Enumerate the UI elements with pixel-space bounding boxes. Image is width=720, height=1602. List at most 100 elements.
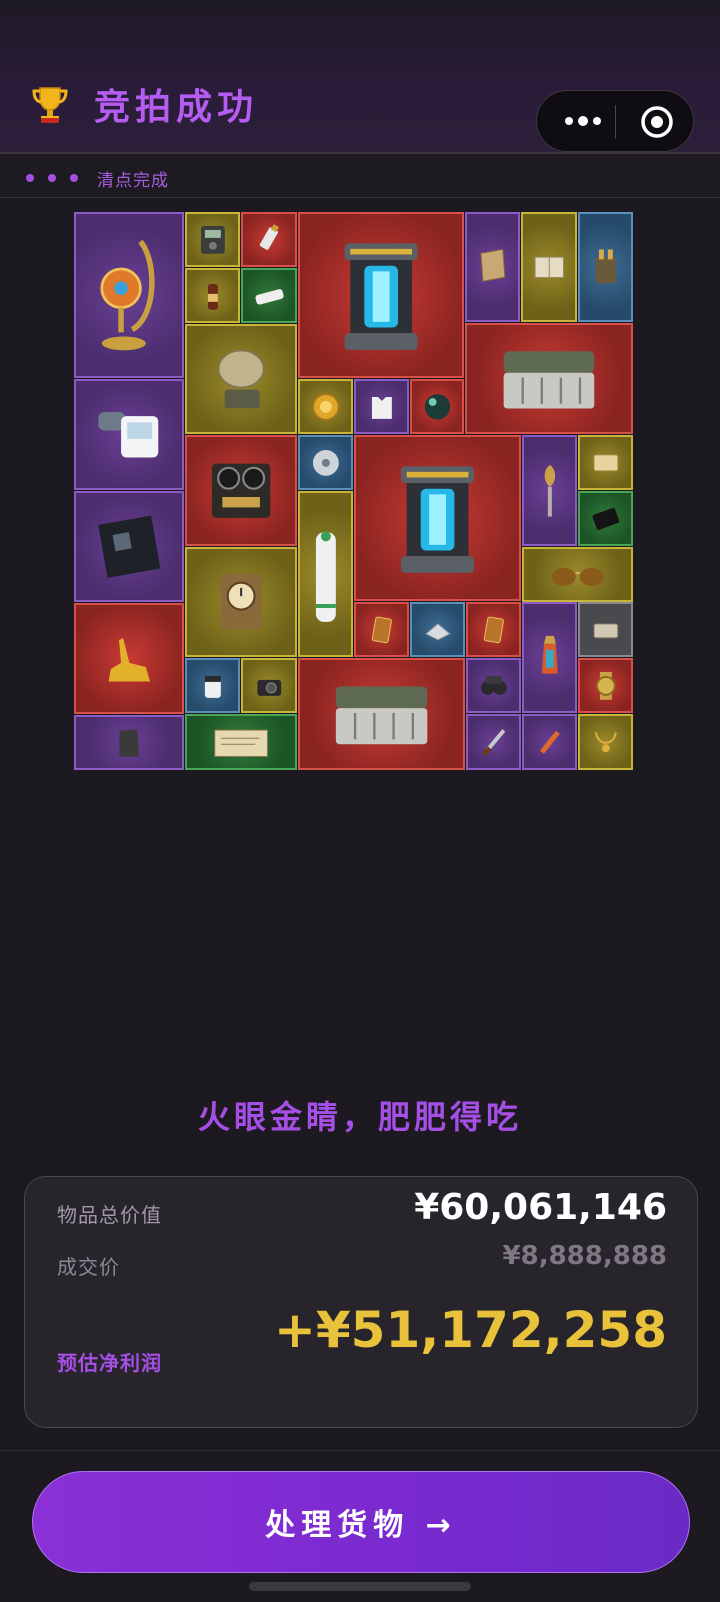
item-glass-orb[interactable]	[410, 379, 464, 434]
power-strip-icon	[255, 288, 284, 305]
tea-box-icon	[593, 623, 618, 638]
motherboard-icon	[97, 515, 161, 578]
more-dots-icon[interactable]	[557, 107, 609, 135]
item-military-crate[interactable]	[465, 323, 633, 434]
oxygen-tank-icon	[315, 531, 336, 622]
divider	[0, 1450, 720, 1451]
item-cd-disc[interactable]	[298, 435, 353, 490]
clock-icon	[220, 573, 262, 629]
capsule-divider	[615, 105, 616, 139]
usb-drive-icon	[259, 223, 279, 250]
map-icon	[480, 248, 505, 282]
item-tarot-card-2[interactable]	[466, 602, 521, 657]
orb-icon	[424, 393, 450, 420]
multimeter-icon	[200, 225, 225, 254]
item-body-armor-plate[interactable]	[354, 379, 409, 434]
item-silver-tray[interactable]	[410, 602, 465, 657]
necklace-icon	[594, 731, 617, 752]
crate-icon	[335, 686, 428, 745]
tape-recorder-icon	[211, 463, 271, 518]
satellite-dish-icon	[217, 349, 265, 408]
item-military-crate-2[interactable]	[298, 658, 465, 770]
deal-price: ¥8,888,888	[502, 1241, 667, 1271]
item-power-strip[interactable]	[241, 268, 297, 323]
profit-label: 预估净利润	[57, 1351, 162, 1375]
book-icon	[534, 256, 564, 278]
medal-icon	[311, 392, 340, 421]
item-usb-drive[interactable]	[241, 212, 297, 267]
gazelle-icon	[108, 637, 150, 682]
status-text: 清点完成	[97, 171, 169, 191]
item-lantern[interactable]	[522, 602, 577, 713]
pen-icon	[539, 730, 560, 754]
status-bar: 清点完成	[0, 152, 720, 198]
item-reel-tape-recorder[interactable]	[185, 435, 297, 546]
item-energy-core-reactor-2[interactable]	[354, 435, 521, 601]
item-antique-clock[interactable]	[185, 547, 297, 657]
slogan: 火眼金睛，肥肥得吃	[197, 1098, 522, 1136]
item-dagger[interactable]	[466, 714, 521, 770]
dagger-icon	[481, 728, 505, 756]
bp-monitor-icon	[97, 411, 158, 458]
item-bullet-ammo[interactable]	[578, 212, 633, 322]
home-indicator[interactable]	[249, 1582, 471, 1591]
item-blood-pressure-monitor[interactable]	[74, 379, 184, 490]
item-cigarette-box[interactable]	[578, 435, 633, 490]
item-oxygen-tank[interactable]	[298, 491, 353, 657]
item-camera[interactable]	[241, 658, 297, 713]
total-value-label: 物品总价值	[57, 1203, 162, 1227]
trophy-icon	[32, 87, 68, 123]
lantern-icon	[541, 635, 558, 674]
item-energy-core-reactor[interactable]	[298, 212, 464, 378]
item-aviator-sunglasses[interactable]	[522, 547, 633, 602]
item-chemical-jar[interactable]	[185, 658, 240, 713]
sunglasses-icon	[551, 567, 604, 586]
title-row: 竞拍成功	[28, 78, 258, 130]
item-pen-tool[interactable]	[522, 714, 577, 770]
target-circle-icon[interactable]	[639, 104, 675, 140]
crate-icon	[503, 351, 595, 409]
item-tea-box[interactable]	[578, 602, 633, 657]
reactor-icon	[344, 243, 418, 350]
page-title: 竞拍成功	[94, 87, 259, 128]
item-night-vision-goggles[interactable]	[466, 658, 521, 713]
disc-icon	[312, 449, 339, 476]
progress-dots	[26, 174, 78, 182]
item-old-document[interactable]	[185, 714, 297, 770]
ornament-icon	[544, 464, 555, 517]
item-multimeter[interactable]	[185, 212, 240, 267]
box-icon	[593, 454, 618, 471]
item-satellite-dish[interactable]	[185, 324, 297, 434]
item-tarot-card[interactable]	[354, 602, 409, 657]
jar-icon	[204, 675, 221, 698]
tray-icon	[424, 622, 451, 640]
item-gold-medal[interactable]	[298, 379, 353, 434]
profit-value: +¥51,172,258	[274, 1301, 667, 1359]
ammo-icon	[595, 249, 616, 283]
item-gold-necklace[interactable]	[578, 714, 633, 770]
item-golden-gazelle[interactable]	[74, 603, 184, 714]
item-golden-ornament[interactable]	[522, 435, 577, 546]
top-bar: 竞拍成功	[0, 0, 720, 152]
tarot-card-icon	[371, 616, 392, 643]
item-motherboard[interactable]	[74, 491, 184, 602]
watch-icon	[595, 671, 616, 700]
bottle-icon	[207, 283, 218, 310]
deal-price-label: 成交价	[57, 1255, 120, 1279]
item-gold-watch[interactable]	[578, 658, 633, 713]
item-drink-bottle[interactable]	[185, 268, 240, 323]
camera-icon	[257, 679, 281, 696]
result-summary-card: 物品总价值 ¥60,061,146 成交价 ¥8,888,888 预估净利润 +…	[24, 1176, 698, 1428]
item-black-card[interactable]	[578, 491, 633, 546]
rock-icon	[119, 728, 139, 757]
total-value: ¥60,061,146	[414, 1187, 667, 1228]
loot-grid	[74, 212, 645, 785]
item-old-map[interactable]	[465, 212, 520, 322]
card-icon	[592, 507, 619, 530]
item-moroccan-lamp[interactable]	[74, 212, 184, 378]
mini-program-capsule	[536, 90, 694, 152]
process-goods-button[interactable]: 处理货物 →	[32, 1471, 690, 1573]
document-icon	[214, 729, 268, 757]
item-old-book[interactable]	[521, 212, 577, 322]
item-meteorite-rock[interactable]	[74, 715, 184, 770]
